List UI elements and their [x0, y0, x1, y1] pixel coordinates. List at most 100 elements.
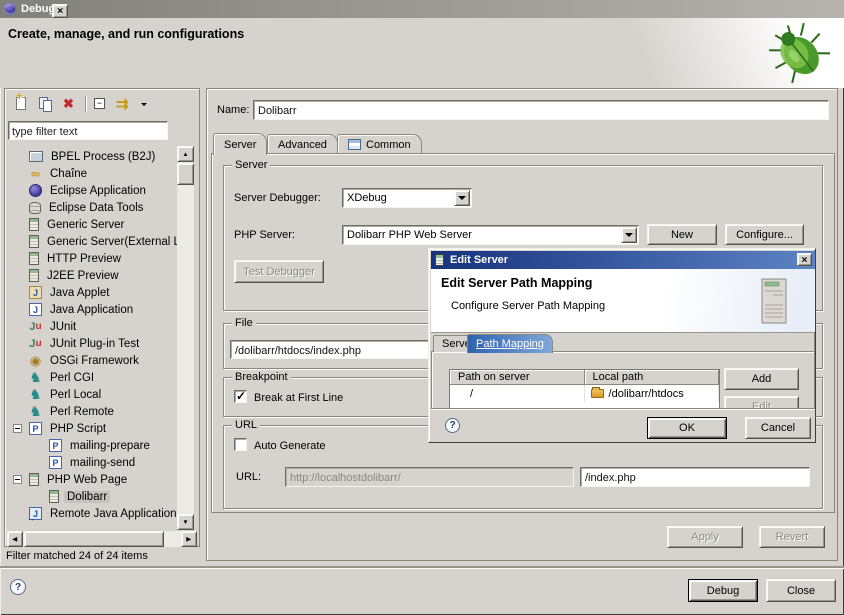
- collapse-all-button[interactable]: [92, 95, 110, 113]
- tab-common-label: Common: [366, 139, 411, 151]
- tree-item[interactable]: Generic Server(External La: [7, 233, 180, 250]
- java-applet-icon: [29, 286, 42, 299]
- new-server-button[interactable]: New: [647, 224, 717, 245]
- folder-icon: [591, 389, 604, 398]
- tree-item[interactable]: OSGi Framework: [7, 352, 180, 369]
- tree-horizontal-scrollbar[interactable]: ◀ ▶: [7, 531, 197, 547]
- tree-item-label: JUnit: [47, 321, 79, 333]
- column-header-path-on-server[interactable]: Path on server: [450, 370, 585, 385]
- add-mapping-button[interactable]: Add: [724, 368, 799, 390]
- toolbar-separator: [85, 96, 86, 112]
- tree-item-label: Perl Local: [47, 389, 104, 401]
- tab-server[interactable]: Server: [213, 133, 267, 155]
- debug-button[interactable]: Debug: [688, 579, 758, 602]
- close-button[interactable]: Close: [766, 579, 836, 602]
- tree-item[interactable]: JUnit Plug-in Test: [7, 335, 180, 352]
- tree-vertical-scrollbar[interactable]: ▲ ▼: [177, 146, 194, 530]
- apply-button-label: Apply: [691, 531, 719, 543]
- collapse-toggle-icon[interactable]: [13, 475, 22, 484]
- break-first-line-label: Break at First Line: [254, 392, 343, 404]
- test-debugger-label: Test Debugger: [243, 266, 315, 278]
- duplicate-configuration-button[interactable]: [37, 95, 55, 113]
- close-button-label: Close: [787, 585, 815, 597]
- break-first-line-checkbox[interactable]: [234, 390, 247, 403]
- tree-item-label: Java Applet: [47, 287, 112, 299]
- chevron-down-icon: [458, 196, 466, 204]
- cancel-button[interactable]: Cancel: [745, 417, 811, 439]
- tab-common[interactable]: Common: [337, 134, 422, 154]
- tree-item[interactable]: Dolibarr: [7, 488, 180, 505]
- tree-item[interactable]: BPEL Process (B2J): [7, 148, 180, 165]
- ok-button[interactable]: OK: [647, 417, 727, 439]
- tree-item[interactable]: JUnit: [7, 318, 180, 335]
- window-close-button[interactable]: [52, 4, 68, 18]
- server-debugger-combo[interactable]: XDebug: [342, 188, 472, 208]
- url-label: URL:: [236, 471, 261, 483]
- tree-item-label: Generic Server(External La: [44, 236, 180, 248]
- php-server-combo[interactable]: Dolibarr PHP Web Server: [342, 225, 639, 245]
- delete-configuration-button[interactable]: [61, 95, 79, 113]
- collapse-toggle-icon[interactable]: [13, 424, 22, 433]
- tree-item[interactable]: Remote Java Application: [7, 505, 180, 522]
- revert-button[interactable]: Revert: [759, 526, 825, 548]
- tree-item-label: Chaîne: [47, 168, 90, 180]
- url-path-input[interactable]: [581, 469, 809, 487]
- tree-item[interactable]: Java Application: [7, 301, 180, 318]
- edit-server-subheading: Configure Server Path Mapping: [451, 300, 605, 312]
- help-icon[interactable]: [10, 579, 26, 595]
- combo-arrow-button[interactable]: [621, 227, 637, 243]
- tree-item[interactable]: HTTP Preview: [7, 250, 180, 267]
- chevron-down-icon: [625, 233, 633, 241]
- local-path-text: /dolibarr/htdocs: [609, 388, 684, 400]
- tree-item[interactable]: mailing-prepare: [7, 437, 180, 454]
- dialog-help-icon[interactable]: [445, 418, 460, 433]
- tree-item[interactable]: Perl CGI: [7, 369, 180, 386]
- type-filter-input[interactable]: [9, 124, 167, 141]
- configure-server-button[interactable]: Configure...: [725, 224, 804, 245]
- tree-item[interactable]: J2EE Preview: [7, 267, 180, 284]
- tree-item-label: Generic Server: [44, 219, 127, 231]
- osgi-icon: [29, 354, 42, 367]
- tree-item[interactable]: Generic Server: [7, 216, 180, 233]
- tree-item[interactable]: PHP Script: [7, 420, 180, 437]
- edit-server-titlebar: Edit Server: [431, 251, 815, 269]
- file-group-legend: File: [232, 317, 256, 329]
- filter-field-wrap: [8, 121, 168, 140]
- column-header-local-path[interactable]: Local path: [585, 370, 720, 385]
- vertical-scroll-thumb[interactable]: [177, 163, 194, 185]
- tree-item[interactable]: Eclipse Application: [7, 182, 180, 199]
- new-configuration-button[interactable]: [13, 95, 31, 113]
- scroll-left-button[interactable]: ◀: [7, 531, 23, 547]
- cancel-button-label: Cancel: [761, 422, 795, 434]
- tree-item[interactable]: Perl Local: [7, 386, 180, 403]
- dialog-tab-path-mapping[interactable]: Path Mapping: [467, 334, 553, 353]
- tree-item-label: Perl Remote: [47, 406, 117, 418]
- tree-item-label: OSGi Framework: [47, 355, 142, 367]
- tab-advanced[interactable]: Advanced: [267, 134, 338, 154]
- filter-dropdown-caret[interactable]: [140, 95, 149, 113]
- server-tower-image: [759, 277, 791, 327]
- tree-item[interactable]: Java Applet: [7, 284, 180, 301]
- java-application-icon: [29, 303, 42, 316]
- configuration-name-input[interactable]: [254, 102, 828, 120]
- tree-item-label: HTTP Preview: [44, 253, 124, 265]
- combo-arrow-button[interactable]: [454, 190, 470, 206]
- junit-icon: [29, 320, 42, 333]
- test-debugger-button[interactable]: Test Debugger: [234, 260, 324, 283]
- scroll-right-button[interactable]: ▶: [181, 531, 197, 547]
- tree-item[interactable]: PHP Web Page: [7, 471, 180, 488]
- scroll-down-button[interactable]: ▼: [177, 514, 194, 530]
- table-row[interactable]: //dolibarr/htdocs: [450, 385, 719, 402]
- filter-menu-button[interactable]: [116, 95, 134, 113]
- server-icon: [29, 252, 39, 265]
- apply-button[interactable]: Apply: [667, 526, 743, 548]
- auto-generate-checkbox[interactable]: [234, 438, 247, 451]
- tree-item[interactable]: Perl Remote: [7, 403, 180, 420]
- scroll-up-button[interactable]: ▲: [177, 146, 194, 162]
- edit-server-close-button[interactable]: [797, 253, 812, 266]
- tree-item[interactable]: mailing-send: [7, 454, 180, 471]
- horizontal-scroll-thumb[interactable]: [24, 531, 164, 547]
- debug-configurations-window: Debug Create, manage, and run configurat…: [0, 0, 844, 615]
- tree-item[interactable]: Eclipse Data Tools: [7, 199, 180, 216]
- tree-item[interactable]: Chaîne: [7, 165, 180, 182]
